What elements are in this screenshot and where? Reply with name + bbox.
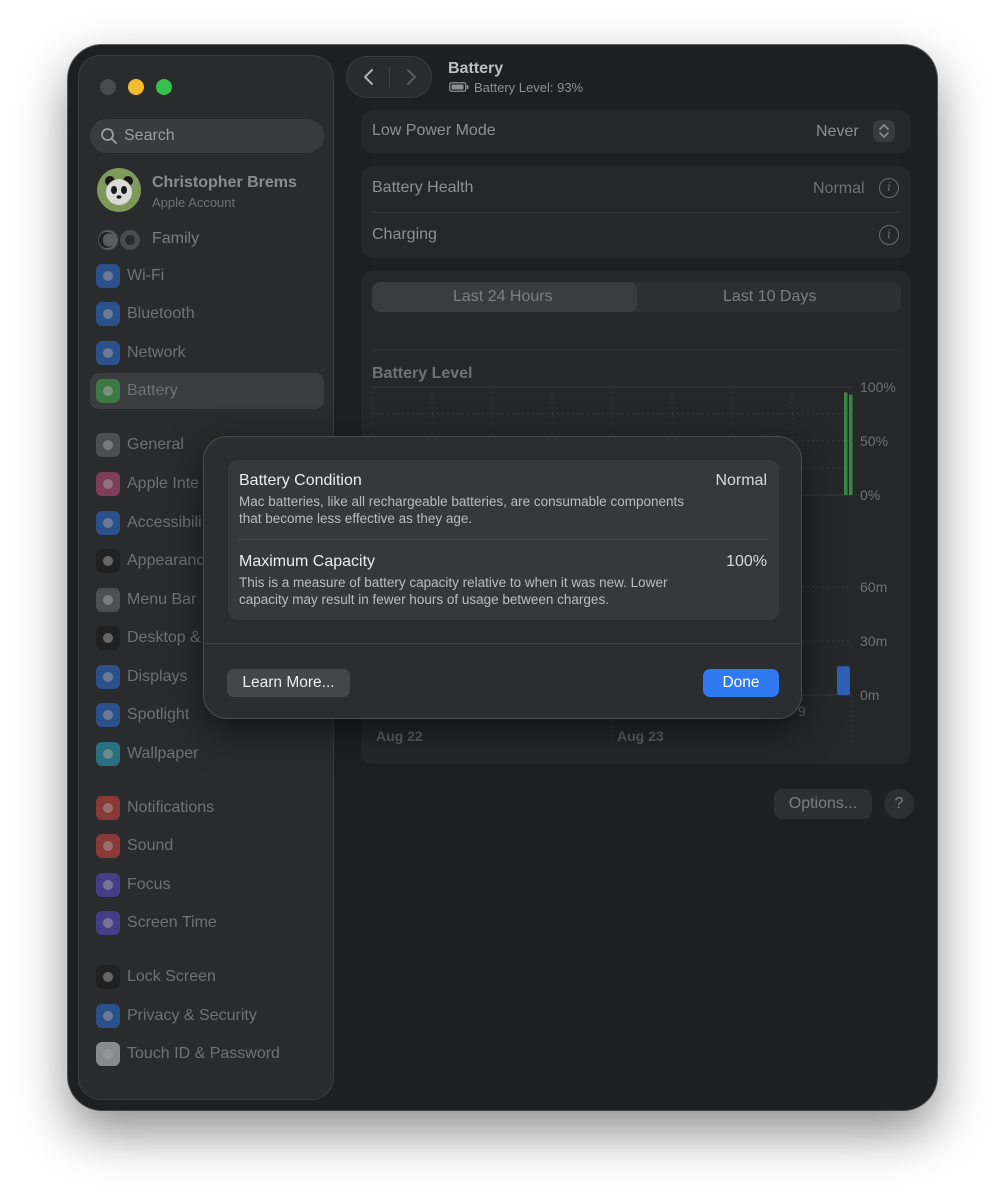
battery-condition-title: Battery Condition — [239, 472, 362, 489]
battery-level-bar — [849, 394, 853, 495]
battery-level-chart-title: Battery Level — [372, 365, 473, 382]
screen-usage-bar — [837, 666, 850, 695]
battery-level-bar — [844, 392, 848, 495]
screen-usage-y-tick: 0m — [860, 687, 879, 703]
screen-usage-x-label: Aug 23 — [617, 728, 664, 744]
battery-level-y-tick: 100% — [860, 379, 896, 395]
learn-more-button[interactable]: Learn More... — [227, 669, 350, 697]
options-button[interactable]: Options... — [774, 789, 872, 819]
maximum-capacity-value: 100% — [726, 553, 767, 570]
dialog-footer-divider — [204, 643, 801, 644]
maximum-capacity-title: Maximum Capacity — [239, 553, 376, 570]
maximum-capacity-desc: This is a measure of battery capacity re… — [239, 575, 668, 607]
battery-health-dialog: Battery Condition Normal Mac batteries, … — [203, 436, 802, 719]
screen-usage-x-label: Aug 22 — [376, 728, 423, 744]
battery-condition-desc: Mac batteries, like all rechargeable bat… — [239, 494, 684, 526]
battery-level-y-tick: 50% — [860, 433, 888, 449]
screen-usage-y-tick: 60m — [860, 579, 887, 595]
dialog-info-panel: Battery Condition Normal Mac batteries, … — [228, 460, 779, 620]
done-button[interactable]: Done — [703, 669, 779, 697]
dialog-divider — [239, 539, 768, 540]
battery-condition-value: Normal — [715, 472, 767, 489]
battery-level-y-tick: 0% — [860, 487, 880, 503]
help-button[interactable]: ? — [884, 789, 914, 819]
screen-usage-y-tick: 30m — [860, 633, 887, 649]
